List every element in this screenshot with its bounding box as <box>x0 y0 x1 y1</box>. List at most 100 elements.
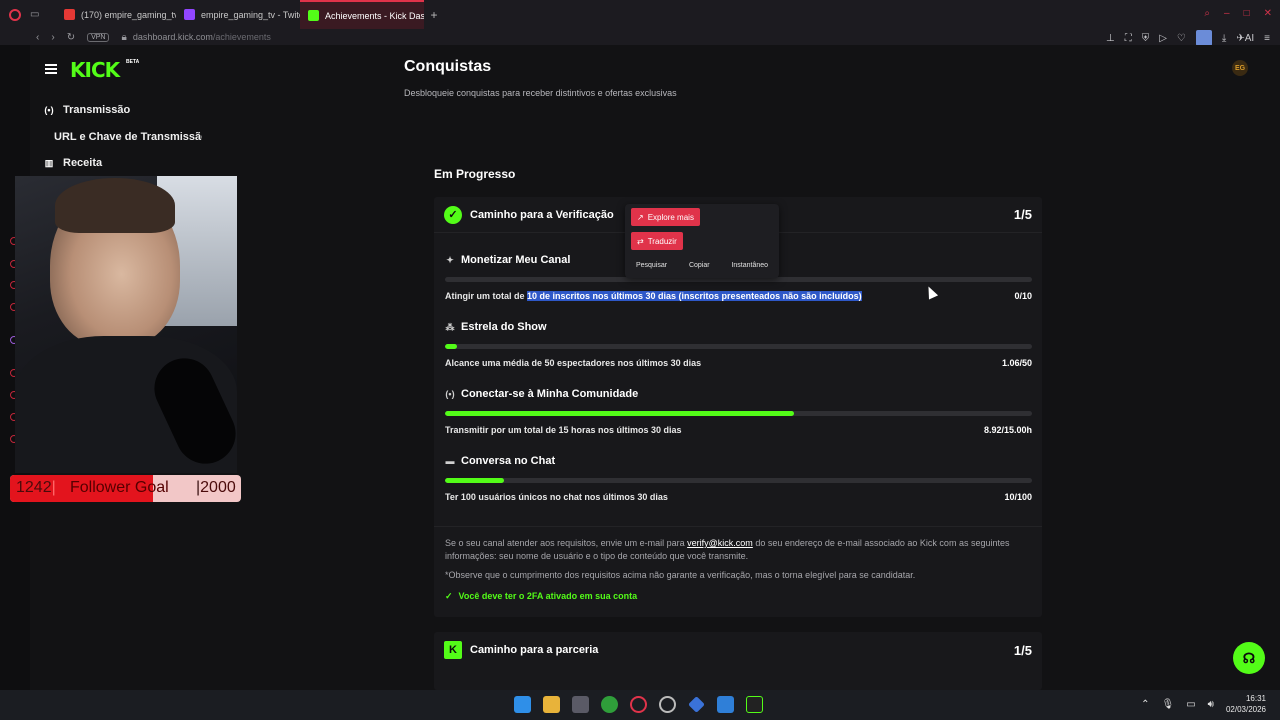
play-icon[interactable]: ▷ <box>1159 33 1167 44</box>
reload-icon[interactable]: ↻ <box>67 32 75 43</box>
task-title-row: (•) Conectar-se à Minha Comunidade <box>445 388 1032 400</box>
pin-icon[interactable]: ⊥ <box>1106 33 1115 44</box>
profile-avatar[interactable] <box>1195 30 1212 46</box>
tab-kick-achievements[interactable]: Achievements - Kick Dash <box>300 0 424 29</box>
nav-label: URL e Chave de Transmissão <box>54 131 202 143</box>
explore-icon: ↗ <box>637 212 644 222</box>
volume-icon[interactable]: 🔊︎ <box>1208 699 1214 710</box>
search-link[interactable]: Pesquisar <box>636 262 667 269</box>
task-value: 10/100 <box>1004 492 1032 502</box>
task-description: Transmitir por um total de 15 horas nos … <box>445 425 682 435</box>
follower-goal-bar: 1242| Follower Goal |2000 <box>10 475 241 502</box>
heart-icon[interactable]: ♡ <box>1177 33 1186 44</box>
footer-note: *Observe que o cumprimento dos requisito… <box>445 570 916 580</box>
file-explorer-icon[interactable] <box>543 696 560 713</box>
broadcast-icon: (•) <box>445 389 455 399</box>
kick-logo[interactable]: KICK <box>70 58 120 82</box>
popup-links: Pesquisar Copiar Instantâneo <box>625 262 779 269</box>
nav-item-transmissao[interactable]: (•) Transmissão <box>43 104 130 116</box>
task-title-row: ⁂ Estrela do Show <box>445 321 1032 333</box>
system-tray: ⌃ 🎙︎ ▭ 🔊︎ 16:31 02/03/2026 <box>1141 693 1266 715</box>
opera-icon[interactable] <box>630 696 647 713</box>
vpn-badge[interactable]: VPN <box>87 32 110 42</box>
nav-item-receita[interactable]: ▥ Receita <box>43 157 102 169</box>
task-title: Conversa no Chat <box>461 455 556 467</box>
xbox-icon[interactable] <box>601 696 618 713</box>
tab-twitch[interactable]: empire_gaming_tv - Twitc <box>176 0 300 29</box>
copy-link[interactable]: Copiar <box>689 262 710 269</box>
menu-icon[interactable]: ≡ <box>1264 33 1270 44</box>
footer-text-1: Se o seu canal atender aos requisitos, e… <box>445 538 685 548</box>
obs-icon[interactable] <box>659 696 676 713</box>
page-title: Conquistas <box>404 58 492 75</box>
user-avatar[interactable]: EG <box>1232 60 1248 76</box>
windows-taskbar: ⌃ 🎙︎ ▭ 🔊︎ 16:31 02/03/2026 <box>0 690 1280 720</box>
ai-button[interactable]: ✈AI <box>1236 33 1254 44</box>
url-host: dashboard.kick.com <box>132 32 213 42</box>
tab-label: Achievements - Kick Dash <box>325 10 424 21</box>
partner-card-header[interactable]: K Caminho para a parceria 1/5 <box>434 632 1042 668</box>
url-field[interactable]: dashboard.kick.com/achievements <box>133 32 271 42</box>
verified-badge-icon: ✓ <box>444 205 462 224</box>
taskbar-apps <box>514 696 763 713</box>
tab-youtube[interactable]: (170) empire_gaming_tv - <box>56 0 176 29</box>
start-icon[interactable] <box>514 696 531 713</box>
webcam-overlay <box>15 176 237 473</box>
shield-icon[interactable]: ⛨ <box>1142 33 1150 44</box>
goal-target: |2000 <box>196 479 236 496</box>
explore-more-button[interactable]: ↗ Explore mais <box>631 208 700 226</box>
chevron-up-icon[interactable]: ⌃ <box>1141 699 1149 710</box>
task-title-row: ▬ Conversa no Chat <box>445 455 1032 467</box>
tab-label: empire_gaming_tv - Twitc <box>201 9 300 20</box>
browser-tabbar: ▭ (170) empire_gaming_tv - empire_gaming… <box>0 0 1280 29</box>
hamburger-menu-icon[interactable] <box>45 64 57 74</box>
app-icon[interactable] <box>688 696 705 713</box>
progress-fill <box>445 344 458 349</box>
download-icon[interactable]: ⤓ <box>1222 33 1226 44</box>
selection-popup: ↗ Explore mais ⇄ Traduzir Pesquisar Copiar… <box>625 204 779 278</box>
verify-email-link[interactable]: verify@kick.com <box>687 538 753 548</box>
nav-label: Transmissão <box>63 104 131 116</box>
page-subtitle: Desbloqueie conquistas para receber dist… <box>404 88 677 98</box>
task-title: Conectar-se à Minha Comunidade <box>461 388 639 400</box>
requirement-text: Você deve ter o 2FA ativado em sua conta <box>458 591 638 601</box>
microphone-icon[interactable]: 🎙︎ <box>1161 699 1174 710</box>
minimize-button[interactable]: – <box>1224 8 1230 19</box>
twitch-icon <box>184 9 195 20</box>
snapshot-link[interactable]: Instantâneo <box>731 262 768 269</box>
monitor-icon[interactable]: ▭ <box>1186 699 1195 710</box>
tab-label: (170) empire_gaming_tv - <box>81 9 176 20</box>
nav-label: Receita <box>63 157 103 169</box>
defender-icon[interactable] <box>717 696 734 713</box>
youtube-icon <box>64 9 75 20</box>
task-description: Ter 100 usuários únicos no chat nos últi… <box>445 492 668 502</box>
verification-footer: Se o seu canal atender aos requisitos, e… <box>434 526 1042 613</box>
task-chat: ▬ Conversa no Chat Ter 100 usuários único… <box>445 455 1032 505</box>
partner-card: K Caminho para a parceria 1/5 <box>434 632 1042 690</box>
support-chat-button[interactable]: ☊ <box>1233 642 1265 674</box>
clock[interactable]: 16:31 02/03/2026 <box>1226 693 1266 715</box>
tab-overview-icon[interactable]: ▭ <box>30 9 56 20</box>
achievements-header: Conquistas Desbloqueie conquistas para r… <box>404 58 1014 98</box>
search-icon[interactable]: ⌕ <box>1204 8 1210 19</box>
opera-logo-icon[interactable] <box>0 8 30 21</box>
nav-item-stream-key[interactable]: URL e Chave de Transmissão <box>54 131 202 143</box>
close-button[interactable]: ✕ <box>1264 8 1272 19</box>
back-icon[interactable]: ‹ <box>36 32 39 43</box>
forward-icon[interactable]: › <box>51 32 54 43</box>
beta-badge: BETA <box>126 59 140 65</box>
translate-button[interactable]: ⇄ Traduzir <box>631 232 683 250</box>
progress-bar <box>445 411 1032 416</box>
clock-time: 16:31 <box>1245 694 1266 703</box>
terminal-icon[interactable] <box>746 696 763 713</box>
goal-current-value: 1242 <box>16 479 52 496</box>
check-icon: ✓ <box>445 591 453 601</box>
maximize-button[interactable]: □ <box>1244 8 1250 19</box>
browser-toolbar: ⊥ ⛶ ⛨ ▷ ♡ ⤓ ✈AI ≡ <box>1106 30 1270 46</box>
store-icon[interactable] <box>572 696 589 713</box>
snapshot-icon[interactable]: ⛶ <box>1125 33 1132 44</box>
section-title: Em Progresso <box>434 167 516 181</box>
card-count: 1/5 <box>1013 642 1032 658</box>
goal-target-value: 2000 <box>200 479 236 496</box>
new-tab-button[interactable]: + <box>424 8 444 22</box>
